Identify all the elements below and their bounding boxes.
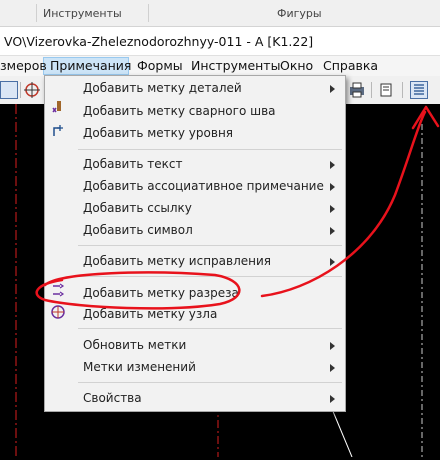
red-annotation-overlay xyxy=(35,105,440,310)
